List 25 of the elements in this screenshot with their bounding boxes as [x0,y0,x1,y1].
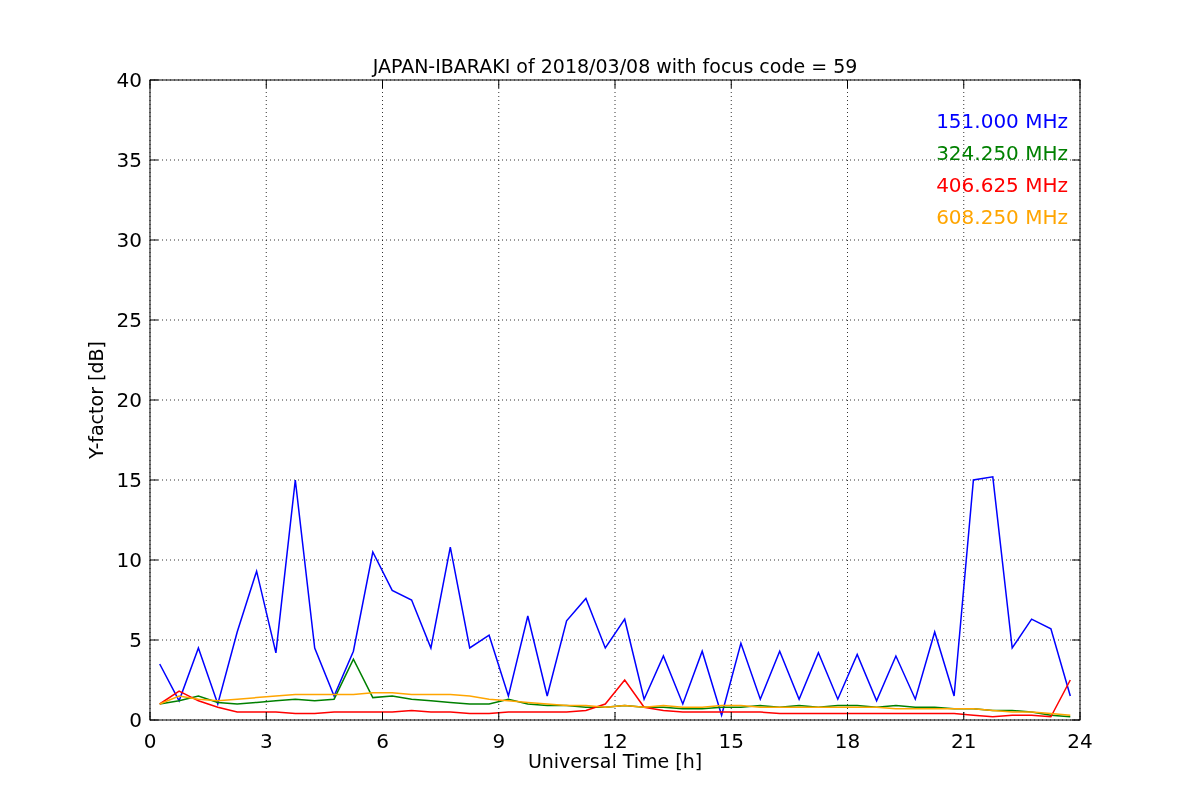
x-tick-label: 0 [143,729,157,753]
y-tick-label: 5 [129,628,142,652]
y-axis-label: Y-factor [dB] [85,341,107,459]
y-tick-label: 35 [116,148,142,172]
y-tick-label: 25 [116,308,142,332]
x-tick-label: 9 [492,729,506,753]
y-tick-label: 10 [116,548,142,572]
x-tick-label: 3 [259,729,273,753]
x-tick-label: 15 [718,729,744,753]
legend-label: 608.250 MHz [936,205,1068,229]
x-tick-label: 24 [1067,729,1093,753]
y-tick-label: 0 [129,708,142,732]
legend-label: 151.000 MHz [936,109,1068,133]
chart-title: JAPAN-IBARAKI of 2018/03/08 with focus code = 59 [372,55,858,77]
x-tick-label: 6 [376,729,389,753]
x-tick-label: 21 [951,729,977,753]
legend-label: 406.625 MHz [936,173,1068,197]
y-tick-label: 40 [116,68,142,92]
x-tick-label: 12 [602,729,628,753]
y-tick-label: 15 [116,468,142,492]
legend-label: 324.250 MHz [936,141,1068,165]
x-tick-label: 18 [834,729,861,753]
y-tick-label: 20 [116,388,142,412]
x-axis-label: Universal Time [h] [527,750,703,772]
y-tick-label: 30 [116,228,142,252]
